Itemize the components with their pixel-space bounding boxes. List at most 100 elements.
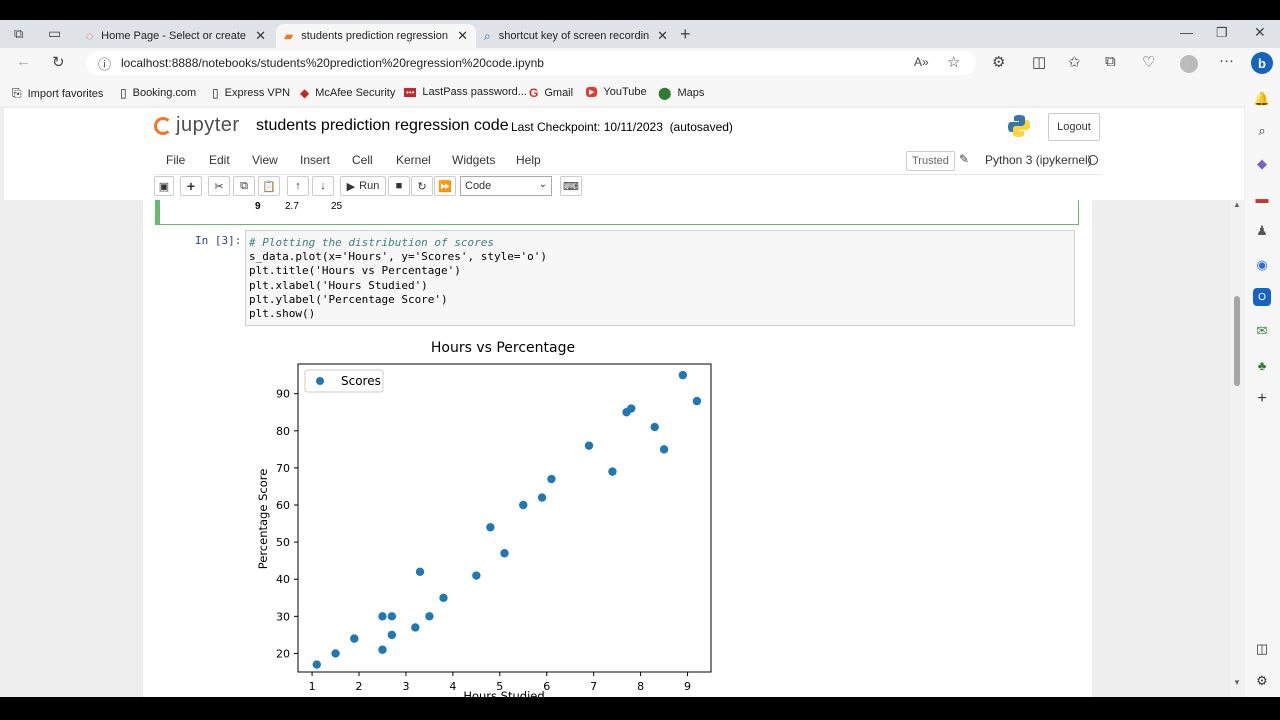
favorite-star-icon[interactable]: ☆ xyxy=(947,53,960,71)
workspaces-icon[interactable]: ⧉ xyxy=(14,26,23,42)
data-point xyxy=(415,567,425,577)
fav-express-vpn[interactable]: ▯ Express VPN xyxy=(212,86,290,100)
y-tick-label: 90 xyxy=(276,388,290,401)
tools-icon[interactable]: ▬ xyxy=(1253,189,1271,207)
x-tick-label: 9 xyxy=(684,680,691,693)
close-tab-icon[interactable]: ✕ xyxy=(457,28,468,44)
games-icon[interactable]: ♟ xyxy=(1253,222,1271,240)
edge-sidebar: 🔔 ⌕ ◆ ▬ ♟ ◉ O ✉ ♣ + ◫ ⚙ xyxy=(1245,80,1280,697)
jupyter-page: jupyter students prediction regression c… xyxy=(0,106,1245,697)
code-cell-editor[interactable]: # Plotting the distribution of scores s_… xyxy=(245,230,1075,326)
chevron-down-icon: ⌄ xyxy=(538,179,547,190)
menu-view[interactable]: View xyxy=(252,153,278,167)
gmail-icon: G xyxy=(529,86,539,100)
data-point xyxy=(439,593,448,602)
shopping-tag-icon[interactable]: ◆ xyxy=(1253,155,1271,173)
jupyter-logo-icon xyxy=(154,116,172,135)
collections-icon[interactable]: ⧉ xyxy=(1105,53,1116,70)
search-icon[interactable]: ⌕ xyxy=(1253,122,1271,140)
data-point xyxy=(378,645,387,654)
tab-actions-icon[interactable]: ▭ xyxy=(48,25,61,42)
cut-icon[interactable]: ✂ xyxy=(208,176,230,196)
move-up-icon[interactable]: ↑ xyxy=(287,176,309,196)
tab-students-prediction[interactable]: ▰ students prediction regression co ✕ xyxy=(276,24,476,48)
settings-gear-icon[interactable]: ⚙ xyxy=(1253,672,1271,690)
new-tab-icon[interactable]: + xyxy=(680,24,691,45)
scrollbar-thumb[interactable] xyxy=(1234,296,1240,386)
data-point xyxy=(537,493,547,502)
sidebar-panel-icon[interactable]: ◫ xyxy=(1253,640,1271,658)
menu-kernel[interactable]: Kernel xyxy=(396,153,431,167)
legend: Scores xyxy=(304,369,384,393)
tree-icon[interactable]: ♣ xyxy=(1253,356,1271,374)
vertical-scrollbar[interactable]: ▲ ▼ xyxy=(1230,200,1245,697)
scroll-down-icon[interactable]: ▼ xyxy=(1233,678,1241,687)
restart-icon[interactable]: ↻ xyxy=(411,176,433,196)
profile-avatar[interactable] xyxy=(1180,55,1198,73)
notebook-name[interactable]: students prediction regression code xyxy=(256,117,509,135)
tab-home-page[interactable]: ◌ Home Page - Select or create a n ✕ xyxy=(78,24,274,48)
menu-edit[interactable]: Edit xyxy=(209,153,230,167)
split-screen-icon[interactable]: ◫ xyxy=(1032,53,1046,71)
extensions-icon[interactable]: ⚙ xyxy=(992,53,1005,71)
fav-import-favorites[interactable]: ⎘ Import favorites xyxy=(12,86,103,101)
menu-help[interactable]: Help xyxy=(516,153,541,167)
edit-pencil-icon[interactable]: ✎ xyxy=(959,152,969,166)
drop-icon[interactable]: ✉ xyxy=(1253,322,1271,340)
save-icon[interactable]: ▣ xyxy=(154,176,174,196)
more-menu-icon[interactable]: ··· xyxy=(1219,52,1234,69)
favorites-icon[interactable]: ✩ xyxy=(1068,53,1081,71)
kernel-name[interactable]: Python 3 (ipykernel) xyxy=(985,153,1092,167)
cell-type-select[interactable]: Code ⌄ xyxy=(460,176,552,196)
tab-shortcut-key[interactable]: ⌕ shortcut key of screen recording ✕ xyxy=(476,24,676,48)
fav-maps[interactable]: ⬤ Maps xyxy=(658,86,704,100)
restore-icon[interactable]: ❐ xyxy=(1216,25,1228,41)
previous-output-cell[interactable]: 9 2.7 25 xyxy=(155,200,1079,225)
scroll-up-icon[interactable]: ▲ xyxy=(1233,200,1241,209)
fav-gmail[interactable]: G Gmail xyxy=(529,86,573,100)
fav-mcafee[interactable]: ◆ McAfee Security xyxy=(300,86,395,100)
trusted-badge[interactable]: Trusted xyxy=(906,151,955,171)
add-sidebar-icon[interactable]: + xyxy=(1253,390,1271,408)
run-button[interactable]: ▶ Run xyxy=(340,176,386,196)
url-input[interactable]: ⓘ localhost:8888/notebooks/students%20pr… xyxy=(86,51,976,75)
fast-forward-icon[interactable]: ⏩ xyxy=(434,176,456,196)
y-tick-label: 80 xyxy=(276,425,290,438)
outlook-icon[interactable]: O xyxy=(1253,288,1271,306)
microsoft365-icon[interactable]: ◉ xyxy=(1253,256,1271,274)
x-tick-label: 5 xyxy=(496,680,503,693)
menu-widgets[interactable]: Widgets xyxy=(452,153,495,167)
read-aloud-icon[interactable]: A» xyxy=(914,55,929,69)
copy-icon[interactable]: ⧉ xyxy=(233,176,255,196)
close-tab-icon[interactable]: ✕ xyxy=(657,28,668,44)
menu-insert[interactable]: Insert xyxy=(300,153,330,167)
copilot-icon[interactable]: b xyxy=(1251,52,1273,74)
browser-essentials-icon[interactable]: ♡ xyxy=(1142,53,1155,71)
fav-booking[interactable]: ▯ Booking.com xyxy=(120,86,196,100)
fav-youtube[interactable]: ▶ YouTube xyxy=(586,86,647,98)
keyboard-icon[interactable]: ⌨ xyxy=(560,176,582,196)
close-window-icon[interactable]: ✕ xyxy=(1254,24,1266,41)
data-point xyxy=(547,474,556,484)
paste-icon[interactable]: 📋 xyxy=(258,176,280,196)
stop-icon[interactable]: ■ xyxy=(388,176,410,196)
logout-button[interactable]: Logout xyxy=(1048,113,1100,141)
data-point xyxy=(387,612,397,621)
fav-lastpass[interactable]: ••• LastPass password... xyxy=(404,86,527,98)
lastpass-icon: ••• xyxy=(404,87,417,97)
minimize-icon[interactable]: — xyxy=(1180,25,1193,40)
insert-cell-icon[interactable]: + xyxy=(180,176,202,196)
menu-file[interactable]: File xyxy=(166,153,185,167)
checkpoint-status: Last Checkpoint: 10/11/2023 (autosaved) xyxy=(511,120,733,134)
move-down-icon[interactable]: ↓ xyxy=(312,176,334,196)
close-tab-icon[interactable]: ✕ xyxy=(255,28,266,44)
menu-cell[interactable]: Cell xyxy=(352,153,373,167)
data-point xyxy=(519,500,528,510)
back-icon[interactable]: ← xyxy=(16,53,31,70)
data-point xyxy=(678,370,688,380)
y-tick-label: 40 xyxy=(276,573,290,586)
info-icon[interactable]: ⓘ xyxy=(98,54,111,73)
refresh-icon[interactable]: ↻ xyxy=(52,53,65,71)
jupyter-logo[interactable]: jupyter xyxy=(154,114,240,137)
notification-bell-icon[interactable]: 🔔 xyxy=(1253,90,1271,108)
